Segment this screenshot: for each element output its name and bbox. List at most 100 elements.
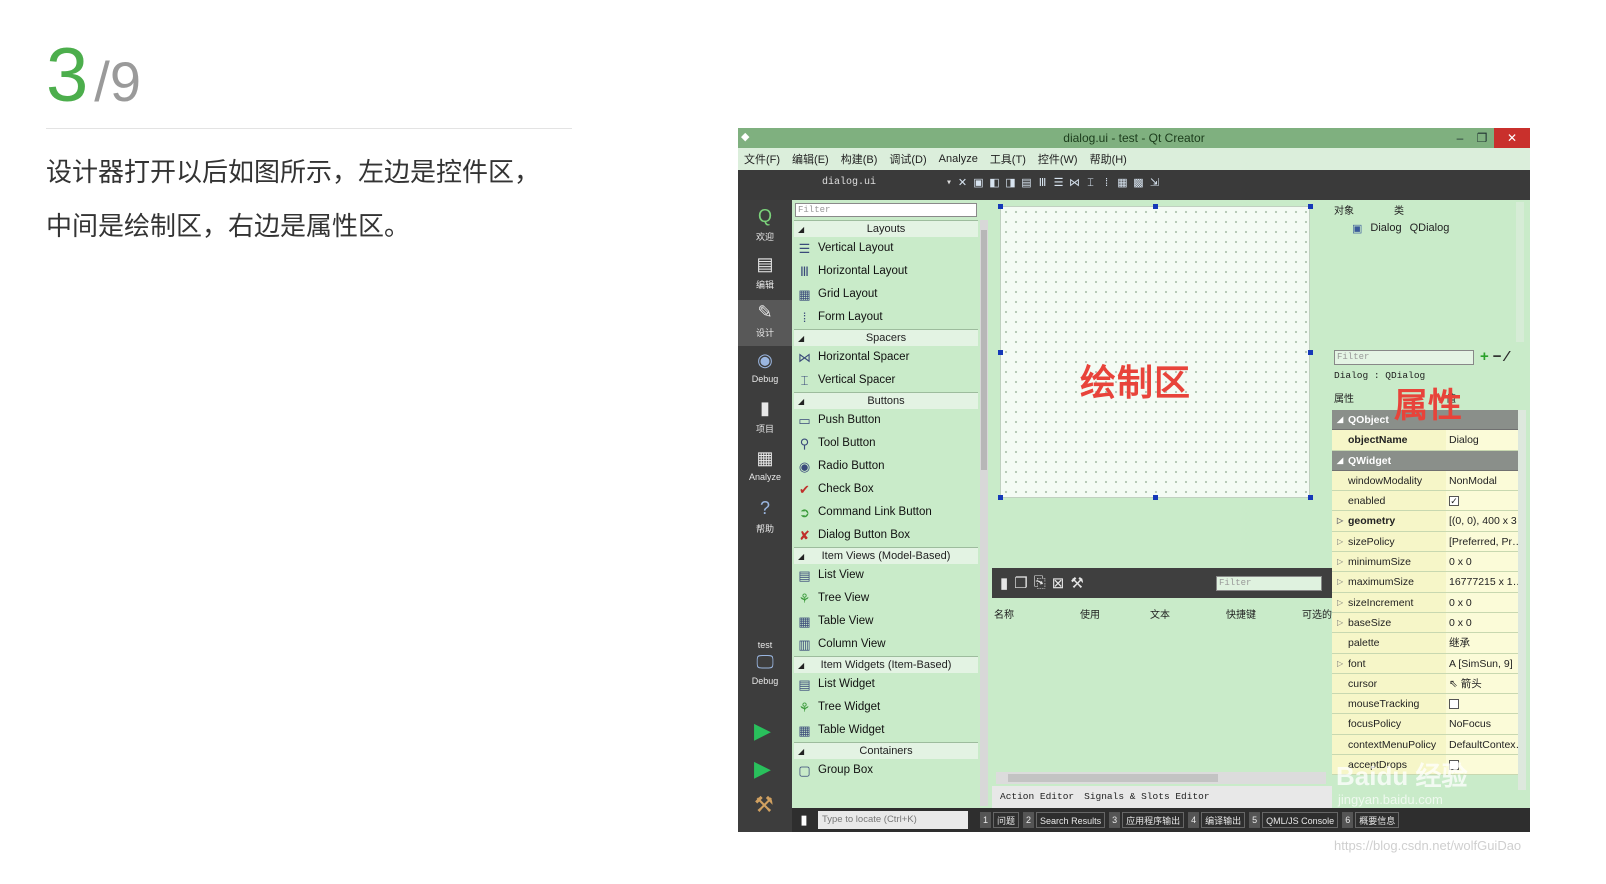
property-row[interactable]: ▷ baseSize 0 x 0 (1332, 612, 1518, 634)
action-table-hscrollbar[interactable] (996, 772, 1326, 784)
run-icon[interactable]: ▶ (754, 720, 771, 742)
widget-tree-view[interactable]: ⚘ Tree View (794, 587, 978, 610)
expand-arrow-icon[interactable]: ▷ (1337, 654, 1343, 673)
mode-design[interactable]: ✎ 设计 (738, 300, 792, 346)
layout-grid-icon[interactable]: ▦ (1116, 176, 1129, 191)
menu-debug[interactable]: 调试(D) (889, 151, 926, 167)
splitter-horizontal-icon[interactable]: ⋈ (1068, 176, 1081, 191)
toggle-sidebar-icon[interactable]: ▮ (796, 812, 812, 828)
property-value[interactable]: 16777215 x 1… (1446, 572, 1518, 592)
expand-arrow-icon[interactable]: ▷ (1337, 613, 1343, 632)
property-scrollbar[interactable] (1518, 410, 1526, 790)
category-item-widgets[interactable]: ◢ Item Widgets (Item-Based) (794, 656, 978, 673)
tab-action-editor[interactable]: Action Editor (1000, 786, 1074, 808)
category-buttons[interactable]: ◢ Buttons (794, 392, 978, 409)
property-value[interactable]: NonModal (1446, 470, 1518, 491)
widget-table-view[interactable]: ▦ Table View (794, 610, 978, 633)
resize-handle[interactable] (1153, 495, 1158, 500)
layout-vertical-icon[interactable]: ☰ (1052, 176, 1065, 191)
output-tab-search-results[interactable]: 2 Search Results (1023, 812, 1106, 828)
expand-arrow-icon[interactable]: ▷ (1337, 572, 1343, 591)
property-value[interactable]: 0 x 0 (1446, 552, 1518, 572)
debug-run-icon[interactable]: ▶ (754, 758, 771, 780)
collapse-triangle-icon[interactable]: ◢ (1337, 410, 1343, 429)
close-document-icon[interactable]: ✕ (956, 176, 969, 191)
expand-arrow-icon[interactable]: ▷ (1337, 532, 1343, 551)
mode-projects[interactable]: ▮ 项目 (738, 396, 792, 442)
widget-tool-button[interactable]: ⚲ Tool Button (794, 432, 978, 455)
property-row[interactable]: focusPolicy NoFocus (1332, 714, 1518, 735)
output-tab-general-messages[interactable]: 6 概要信息 (1342, 812, 1400, 828)
collapse-triangle-icon[interactable]: ◢ (1337, 451, 1343, 470)
property-row[interactable]: palette 继承 (1332, 633, 1518, 654)
property-row[interactable]: ▷ sizeIncrement 0 x 0 (1332, 592, 1518, 613)
widget-command-link-button[interactable]: ➲ Command Link Button (794, 501, 978, 524)
widget-radio-button[interactable]: ◉ Radio Button (794, 455, 978, 478)
object-row-dialog[interactable]: ▣ Dialog QDialog (1352, 222, 1449, 235)
property-checkbox[interactable]: ✓ (1449, 496, 1459, 507)
widget-table-widget[interactable]: ▦ Table Widget (794, 719, 978, 742)
menu-help[interactable]: 帮助(H) (1090, 151, 1127, 167)
delete-action-icon[interactable]: ⊠ (1052, 574, 1065, 592)
layout-horizontal-icon[interactable]: Ⅲ (1036, 176, 1049, 191)
property-value[interactable]: 继承 (1446, 633, 1518, 653)
expand-arrow-icon[interactable]: ▷ (1337, 552, 1343, 571)
scrollbar-thumb[interactable] (981, 230, 987, 470)
column-header[interactable]: 使用 (1080, 606, 1150, 626)
restore-button[interactable]: ❐ (1472, 128, 1492, 148)
mode-help[interactable]: ? 帮助 (738, 496, 792, 542)
property-row[interactable]: ▷ maximumSize 16777215 x 1… (1332, 572, 1518, 593)
edit-widgets-icon[interactable]: ▣ (972, 176, 985, 191)
widget-column-view[interactable]: ▥ Column View (794, 633, 978, 656)
resize-handle[interactable] (998, 350, 1003, 355)
menu-analyze[interactable]: Analyze (939, 153, 978, 165)
property-row[interactable]: objectName Dialog (1332, 430, 1518, 451)
output-tab-compile-output[interactable]: 4 编译输出 (1188, 812, 1246, 828)
action-filter-input[interactable]: Filter (1216, 576, 1322, 591)
column-header[interactable]: 文本 (1150, 606, 1226, 626)
property-row[interactable]: ▷ font A [SimSun, 9] (1332, 653, 1518, 674)
resize-handle[interactable] (1153, 204, 1158, 209)
property-row[interactable]: cursor ⇖ 箭头 (1332, 673, 1518, 695)
tab-signals-slots-editor[interactable]: Signals & Slots Editor (1084, 786, 1209, 808)
edit-buddies-icon[interactable]: ◨ (1004, 176, 1017, 191)
widget-check-box[interactable]: ✔ Check Box (794, 478, 978, 501)
widget-group-box[interactable]: ▢ Group Box (794, 759, 978, 782)
property-row[interactable]: contextMenuPolicyDefaultContex… (1332, 734, 1518, 756)
column-header[interactable]: 名称 (994, 606, 1080, 626)
property-value[interactable]: DefaultContex… (1446, 734, 1518, 755)
property-checkbox[interactable] (1449, 699, 1459, 710)
resize-handle[interactable] (1308, 204, 1313, 209)
property-value[interactable]: NoFocus (1446, 714, 1518, 734)
widget-box-scrollbar[interactable] (980, 220, 988, 806)
property-value[interactable]: ✓ (1446, 491, 1518, 511)
object-inspector-scrollbar[interactable] (1516, 202, 1524, 342)
property-value[interactable]: A [SimSun, 9] (1446, 653, 1518, 673)
locator-input[interactable]: Type to locate (Ctrl+K) (818, 811, 968, 829)
category-containers[interactable]: ◢ Containers (794, 742, 978, 759)
property-row[interactable]: enabled ✓ (1332, 491, 1518, 512)
property-value[interactable]: 0 x 0 (1446, 612, 1518, 633)
widget-list-view[interactable]: ▤ List View (794, 564, 978, 587)
property-filter-input[interactable]: Filter (1334, 350, 1474, 365)
menu-widgets[interactable]: 控件(W) (1038, 151, 1078, 167)
property-row[interactable]: ▷geometry[(0, 0), 400 x 3… (1332, 511, 1518, 532)
copy-action-icon[interactable]: ❐ (1014, 574, 1027, 592)
output-tab-application-output[interactable]: 3 应用程序输出 (1109, 812, 1185, 828)
menu-build[interactable]: 构建(B) (841, 151, 878, 167)
new-action-icon[interactable]: ▮ (1000, 574, 1008, 592)
mode-edit[interactable]: ▤ 编辑 (738, 252, 792, 298)
menu-file[interactable]: 文件(F) (744, 151, 780, 167)
property-row[interactable]: ▷ minimumSize 0 x 0 (1332, 552, 1518, 573)
widget-grid-layout[interactable]: ▦ Grid Layout (794, 283, 978, 306)
add-dynamic-property-icon[interactable]: + (1480, 348, 1489, 365)
layout-form-icon[interactable]: ⁞ (1100, 176, 1113, 191)
kit-selector[interactable]: test 🖵 Debug (738, 640, 792, 700)
widget-vertical-spacer[interactable]: ⌶ Vertical Spacer (794, 369, 978, 392)
menu-edit[interactable]: 编辑(E) (792, 151, 829, 167)
mode-debug[interactable]: ◉ Debug (738, 348, 792, 394)
output-tab-qml-console[interactable]: 5 QML/JS Console (1249, 812, 1339, 828)
widget-form-layout[interactable]: ⁞ Form Layout (794, 306, 978, 329)
splitter-vertical-icon[interactable]: ⌶ (1084, 176, 1097, 191)
close-button[interactable]: ✕ (1494, 128, 1530, 148)
